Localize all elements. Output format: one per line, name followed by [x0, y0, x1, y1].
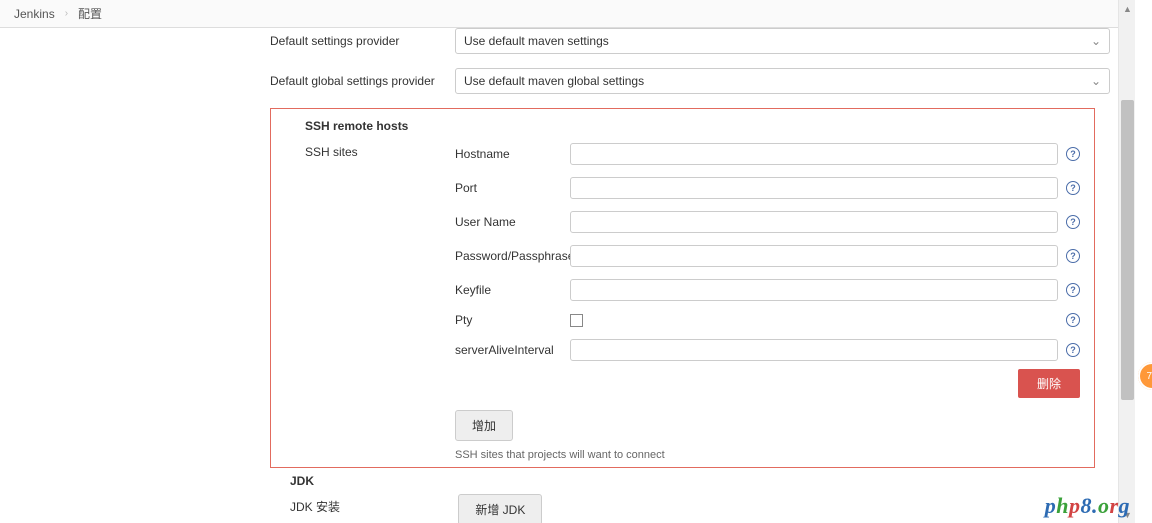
ssh-remote-hosts-panel: SSH remote hosts SSH sites Hostname ? Po… — [270, 108, 1095, 468]
scroll-up-icon[interactable]: ▲ — [1119, 0, 1135, 17]
username-input[interactable] — [570, 211, 1058, 233]
default-settings-label: Default settings provider — [270, 34, 455, 48]
help-icon[interactable]: ? — [1066, 343, 1080, 357]
pty-label: Pty — [455, 313, 570, 327]
chevron-right-icon: › — [65, 8, 68, 19]
watermark: php8.org — [1045, 493, 1130, 519]
add-button[interactable]: 增加 — [455, 410, 513, 441]
inner-vertical-scrollbar[interactable]: ▲ ▼ — [1118, 0, 1135, 523]
help-icon[interactable]: ? — [1066, 215, 1080, 229]
chevron-down-icon: ⌄ — [1091, 74, 1101, 88]
default-global-settings-value: Use default maven global settings — [464, 74, 644, 88]
breadcrumb: Jenkins › 配置 — [0, 0, 1135, 28]
port-label: Port — [455, 181, 570, 195]
pty-checkbox[interactable] — [570, 314, 583, 327]
help-icon[interactable]: ? — [1066, 147, 1080, 161]
serveraliveinterval-input[interactable] — [570, 339, 1058, 361]
floating-badge[interactable]: 79 — [1138, 362, 1152, 390]
help-icon[interactable]: ? — [1066, 249, 1080, 263]
ssh-help-text: SSH sites that projects will want to con… — [455, 449, 1080, 461]
scrollbar-thumb[interactable] — [1121, 100, 1134, 400]
serveraliveinterval-label: serverAliveInterval — [455, 343, 570, 357]
default-global-settings-select[interactable]: Use default maven global settings ⌄ — [455, 68, 1110, 94]
add-jdk-button[interactable]: 新增 JDK — [458, 494, 542, 523]
delete-button[interactable]: 删除 — [1018, 369, 1080, 398]
help-icon[interactable]: ? — [1066, 313, 1080, 327]
jdk-title: JDK — [290, 474, 1115, 488]
default-settings-value: Use default maven settings — [464, 34, 609, 48]
keyfile-label: Keyfile — [455, 283, 570, 297]
help-icon[interactable]: ? — [1066, 283, 1080, 297]
default-global-settings-label: Default global settings provider — [270, 74, 455, 88]
breadcrumb-root[interactable]: Jenkins — [14, 7, 55, 21]
keyfile-input[interactable] — [570, 279, 1058, 301]
hostname-label: Hostname — [455, 147, 570, 161]
passphrase-label: Password/Passphrase — [455, 249, 570, 263]
username-label: User Name — [455, 215, 570, 229]
passphrase-input[interactable] — [570, 245, 1058, 267]
ssh-panel-title: SSH remote hosts — [305, 119, 1080, 133]
chevron-down-icon: ⌄ — [1091, 34, 1101, 48]
hostname-input[interactable] — [570, 143, 1058, 165]
default-settings-select[interactable]: Use default maven settings ⌄ — [455, 28, 1110, 54]
ssh-sites-label: SSH sites — [305, 143, 455, 159]
breadcrumb-current: 配置 — [78, 5, 102, 22]
help-icon[interactable]: ? — [1066, 181, 1080, 195]
port-input[interactable] — [570, 177, 1058, 199]
jdk-install-label: JDK 安装 — [290, 498, 455, 515]
